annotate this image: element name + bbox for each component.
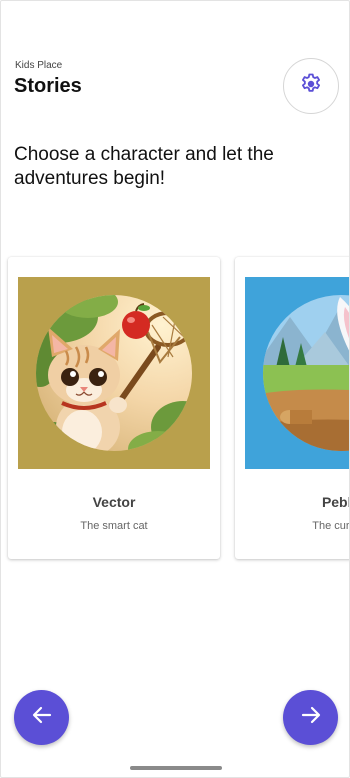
character-tagline: The curious: [312, 520, 350, 532]
page-title: Stories: [14, 75, 82, 97]
app-label: Kids Place: [15, 60, 63, 71]
character-name: Vector: [92, 494, 136, 510]
app-screen: Kids Place Stories Choose a character an…: [0, 0, 350, 778]
character-tagline: The smart cat: [80, 520, 148, 532]
gear-icon: [299, 72, 323, 101]
character-card-vector[interactable]: Vector The smart cat: [8, 257, 220, 559]
intro-text: Choose a character and let the adventure…: [14, 144, 274, 189]
next-button[interactable]: [283, 690, 338, 745]
character-image: [18, 277, 210, 469]
settings-button[interactable]: [283, 58, 339, 114]
character-image: [245, 277, 349, 469]
arrow-left-icon: [31, 704, 53, 731]
previous-button[interactable]: [14, 690, 69, 745]
character-name: Pebbl: [321, 494, 349, 510]
home-indicator[interactable]: [130, 766, 222, 770]
character-carousel[interactable]: Vector The smart cat Peb The cur: [1, 255, 350, 567]
arrow-right-icon: [300, 704, 322, 731]
character-card-pebbl[interactable]: Pebbl The curious: [235, 257, 350, 559]
